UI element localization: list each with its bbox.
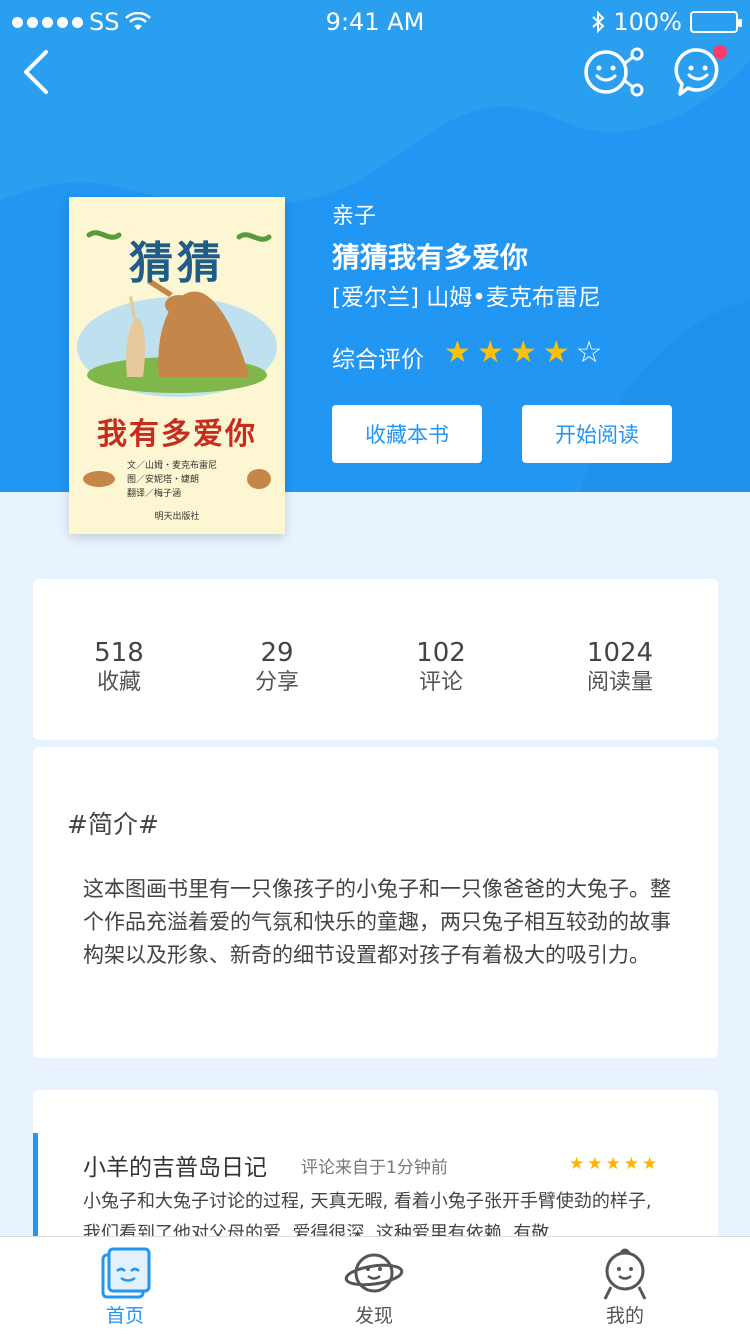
book-title: 猜猜我有多爱你 — [332, 241, 529, 274]
star-icon: ★ — [569, 1154, 585, 1174]
book-author: [爱尔兰] 山姆•麦克布雷尼 — [332, 285, 601, 311]
baby-face-icon — [603, 1248, 647, 1300]
reviewer-name[interactable]: 小羊的吉普岛日记 — [83, 1148, 267, 1182]
bluetooth-icon — [592, 11, 605, 33]
star-icon: ★ — [542, 335, 570, 370]
intro-text: 这本图画书里有一只像孩子的小兔子和一只像爸爸的大兔子。整个作品充溢着爱的气氛和快… — [83, 877, 671, 967]
planet-face-icon — [344, 1253, 404, 1293]
back-chevron-icon[interactable] — [18, 48, 58, 96]
cover-credit-line: 翻译／梅子涵 — [127, 489, 182, 499]
review-stars: ★ ★ ★ ★ ★ — [569, 1154, 657, 1174]
intro-card: #简介# 这本图画书里有一只像孩子的小兔子和一只像爸爸的大兔子。整个作品充溢着爱… — [33, 747, 718, 1058]
tab-discover[interactable]: 发现 — [314, 1237, 434, 1334]
tab-label: 发现 — [354, 1305, 393, 1327]
book-home-icon — [101, 1247, 151, 1299]
tab-mine[interactable]: 我的 — [565, 1237, 685, 1334]
stat-value: 1024 — [586, 638, 654, 668]
star-icon: ★ — [509, 335, 537, 370]
message-face-icon[interactable] — [672, 44, 732, 100]
stat-value: 518 — [94, 638, 144, 668]
book-cover[interactable]: 猜猜 我有多爱你 文／山姆・麦克布雷尼 图／安妮塔・婕朗 翻译／梅子涵 明天出版… — [69, 197, 285, 534]
stat-value: 29 — [260, 638, 294, 668]
status-bar: SS 9:41 AM 100% — [0, 0, 750, 40]
battery-percent: 100% — [613, 8, 682, 36]
star-icon: ★ — [587, 1154, 603, 1174]
star-icon: ★ — [605, 1154, 621, 1174]
star-icon: ★ — [642, 1154, 658, 1174]
cover-credit-line: 图／安妮塔・婕朗 — [127, 475, 200, 485]
stat-reads: 1024 阅读量 — [570, 637, 670, 697]
start-reading-button[interactable]: 开始阅读 — [522, 405, 672, 463]
review-time: 评论来自于1分钟前 — [301, 1158, 448, 1178]
cover-title-top: 猜猜 — [129, 238, 225, 289]
share-face-icon[interactable] — [582, 46, 646, 98]
star-icon: ★ — [476, 335, 504, 370]
stat-label: 收藏 — [96, 670, 141, 695]
stat-label: 分享 — [254, 670, 299, 695]
notification-badge — [713, 45, 727, 59]
cover-title-bottom: 我有多爱你 — [97, 417, 257, 452]
battery-icon — [690, 11, 742, 33]
rating-stars: ★ ★ ★ ★ ☆ — [444, 336, 603, 370]
rating-label: 综合评价 — [332, 347, 424, 373]
stat-value: 102 — [416, 638, 466, 668]
stat-comments: 102 评论 — [401, 637, 481, 697]
tab-home[interactable]: 首页 — [65, 1237, 185, 1334]
book-category: 亲子 — [332, 204, 377, 229]
bottom-tab-bar: 首页 发现 我的 — [0, 1236, 750, 1334]
stat-label: 评论 — [418, 670, 463, 695]
favorite-book-button[interactable]: 收藏本书 — [332, 405, 482, 463]
star-empty-icon: ☆ — [575, 335, 603, 370]
cover-credits: 文／山姆・麦克布雷尼 图／安妮塔・婕朗 翻译／梅子涵 — [127, 459, 217, 501]
stat-shares: 29 分享 — [237, 637, 317, 697]
stats-card: 518 收藏 29 分享 102 评论 1024 阅读量 — [33, 579, 718, 740]
tab-label: 我的 — [605, 1305, 644, 1327]
cover-credit-line: 文／山姆・麦克布雷尼 — [127, 461, 218, 471]
stat-favorites: 518 收藏 — [79, 637, 159, 697]
stat-label: 阅读量 — [586, 670, 653, 695]
tab-label: 首页 — [105, 1305, 144, 1327]
star-icon: ★ — [623, 1154, 639, 1174]
intro-heading: #简介# — [67, 810, 159, 839]
cover-publisher: 明天出版社 — [154, 512, 200, 522]
star-icon: ★ — [444, 335, 471, 370]
